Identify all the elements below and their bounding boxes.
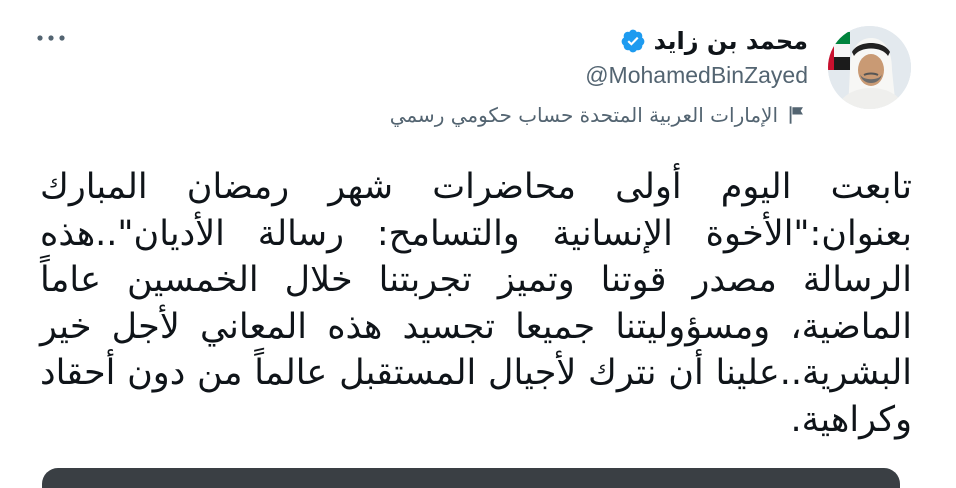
profile-photo-avatar	[828, 26, 911, 109]
government-label-text: الإمارات العربية المتحدة حساب حكومي رسمي	[389, 103, 778, 127]
tweet-media-preview[interactable]	[42, 468, 900, 488]
author-block: محمد بن زايد @MohamedBinZayed	[585, 24, 808, 90]
government-account-label: الإمارات العربية المتحدة حساب حكومي رسمي	[390, 98, 808, 132]
tweet-card: محمد بن زايد @MohamedBinZayed الإمارات ا…	[0, 0, 956, 488]
tweet-text: تابعت اليوم أولى محاضرات شهر رمضان المبا…	[40, 167, 912, 440]
verified-badge-icon	[620, 28, 646, 54]
author-handle[interactable]: @MohamedBinZayed	[585, 60, 808, 90]
flag-icon	[786, 104, 808, 126]
author-display-name[interactable]: محمد بن زايد	[654, 24, 808, 58]
avatar[interactable]	[828, 26, 911, 109]
more-options-icon	[37, 35, 65, 41]
more-options-button[interactable]	[34, 26, 68, 50]
author-name-row: محمد بن زايد	[585, 24, 808, 58]
